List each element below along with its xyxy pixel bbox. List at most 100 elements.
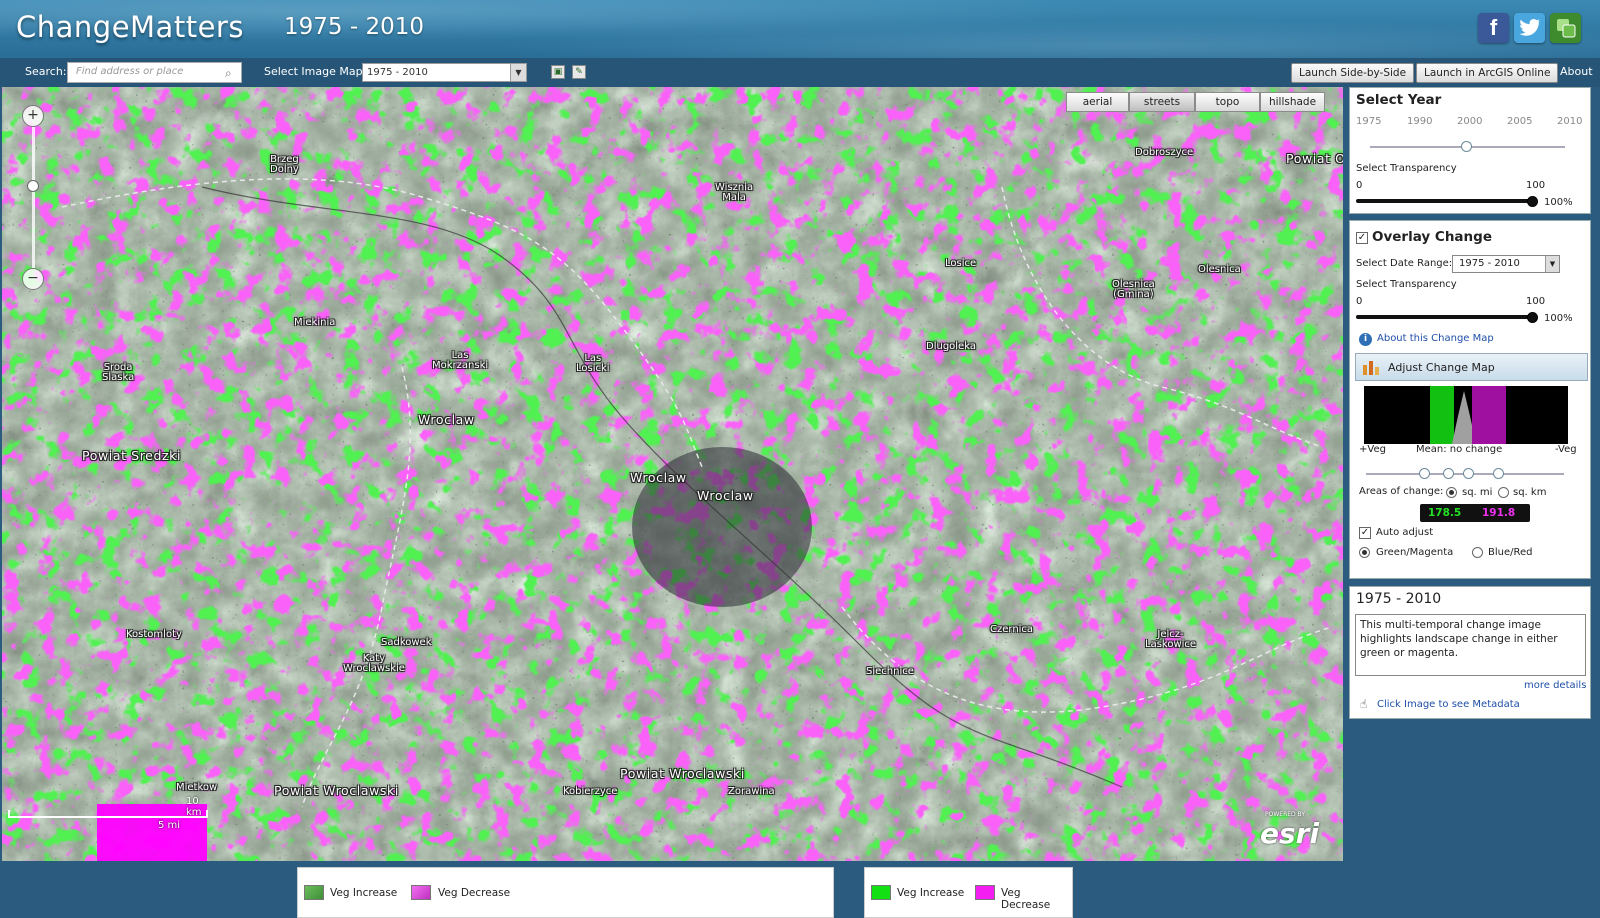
blue-red-label: Blue/Red [1488,547,1533,558]
place-label: Sadkowek [381,637,432,648]
search-label: Search: [25,65,67,78]
facebook-icon[interactable]: f [1478,13,1509,43]
veg-decrease-value: 191.8 [1482,507,1516,519]
year-transparency-value: 100% [1544,197,1573,208]
scale-line [8,810,208,818]
overlay-change-checkbox[interactable]: ✓ [1356,232,1368,244]
edit-icon[interactable]: ✎ [572,65,586,79]
zoom-in-button[interactable]: + [22,105,44,127]
zoom-track[interactable] [32,127,35,268]
threshold-thumb[interactable] [1493,468,1504,479]
unit-sq-mi-radio[interactable] [1446,487,1457,498]
metadata-hint[interactable]: Click Image to see Metadata [1377,699,1520,710]
basemap-streets-button[interactable]: streets [1129,92,1195,112]
share-icon[interactable] [1550,13,1581,43]
hist-left-label: +Veg [1359,444,1386,455]
overlay-transparency-label: Select Transparency [1356,279,1457,290]
scale-mi-label: 5 mi [158,820,181,831]
veg-decrease-label: Veg Decrease [1001,887,1051,911]
year-tick: 2000 [1457,116,1483,127]
image-map-label: Select Image Map: [264,65,367,78]
basemap-aerial-button[interactable]: aerial [1066,92,1129,112]
scale-bar: 10 km 5 mi [8,796,208,844]
legend-left: Veg Increase Veg Decrease [297,867,834,918]
year-transparency-thumb[interactable] [1527,196,1538,207]
veg-decrease-swatch [411,885,431,900]
launch-side-by-side-button[interactable]: Launch Side-by-Side [1291,63,1415,83]
adjust-change-map-header[interactable]: Adjust Change Map [1355,353,1588,381]
place-label: Wisznia Mala [715,182,754,203]
area-values-box: 178.5 191.8 [1420,504,1530,522]
info-description: This multi-temporal change image highlig… [1355,614,1586,676]
veg-increase-swatch [304,885,324,900]
place-label: Siechnice [866,666,914,677]
place-label: Wroclaw [418,412,475,427]
auto-adjust-checkbox[interactable]: ✓ [1359,527,1371,539]
date-range-select[interactable]: 1975 - 2010 ▼ [1452,255,1560,273]
launch-arcgis-button[interactable]: Launch in ArcGIS Online [1416,63,1559,83]
select-year-panel: Select Year 1975 1990 2000 2005 2010 Sel… [1349,87,1591,214]
esri-logo[interactable]: esri [1260,817,1319,850]
place-label: Katy Wroclawskie [343,653,405,674]
zoom-out-button[interactable]: − [22,268,44,290]
transparency-min: 0 [1356,296,1363,307]
place-label: Las Mokrzanski [432,350,489,371]
unit-sq-mi-label: sq. mi [1462,487,1493,498]
unit-sq-km-radio[interactable] [1498,487,1509,498]
place-label: Jelcz- Laskowice [1145,629,1197,650]
hist-right-label: -Veg [1555,444,1577,455]
year-transparency-label: Select Transparency [1356,163,1457,174]
date-range-label: Select Date Range: [1356,258,1453,269]
date-range-title: 1975 - 2010 [284,14,424,40]
transparency-max: 100 [1526,296,1546,307]
green-magenta-radio[interactable] [1359,547,1370,558]
place-label: Powiat O [1286,151,1343,166]
place-label: Zorawina [728,786,775,797]
zoom-thumb[interactable] [27,180,39,192]
place-label: Powiat Sredzki [82,448,182,463]
threshold-thumb[interactable] [1463,468,1474,479]
blue-red-radio[interactable] [1472,547,1483,558]
info-icon[interactable]: i [1359,333,1372,346]
threshold-thumb[interactable] [1443,468,1454,479]
change-map[interactable]: aerial streets topo hillshade + − Brzeg D… [2,87,1343,861]
year-tick: 1990 [1407,116,1433,127]
basemap-hillshade-button[interactable]: hillshade [1260,92,1325,112]
place-label: Olesnica (Gmina) [1112,279,1155,300]
bar-chart-icon [1363,361,1379,375]
change-histogram[interactable] [1364,386,1568,444]
place-label: Czernica [990,624,1034,635]
about-link[interactable]: About [1560,65,1593,78]
year-slider-thumb[interactable] [1461,141,1472,152]
place-label: Brzeg Dolny [270,154,299,175]
info-panel: 1975 - 2010 This multi-temporal change i… [1349,586,1591,719]
zoom-slider[interactable]: + − [22,105,44,290]
overlay-transparency-slider[interactable] [1356,315,1534,319]
place-label: Sroda Slaska [102,362,135,383]
place-label: Miekinia [294,317,336,328]
chevron-down-icon[interactable]: ▼ [510,64,526,81]
chevron-down-icon[interactable]: ▼ [1545,256,1559,272]
more-details-link[interactable]: more details [1524,680,1586,691]
overlay-transparency-thumb[interactable] [1527,312,1538,323]
image-map-select[interactable]: 1975 - 2010 ▼ [362,63,527,82]
place-label: Wroclaw [697,488,754,503]
place-label: Las Losicki [576,353,610,374]
place-label: Wroclaw [630,470,687,485]
veg-increase-label: Veg Increase [897,887,965,899]
image-map-value: 1975 - 2010 [367,67,428,78]
full-extent-icon[interactable]: ▣ [551,65,565,79]
legend-right: Veg Increase Veg Decrease [864,867,1073,918]
place-label: Dobroszyce [1135,147,1194,158]
place-label: Mietkow [176,782,218,793]
veg-increase-label: Veg Increase [330,887,398,899]
about-change-map-link[interactable]: About this Change Map [1377,333,1494,344]
year-transparency-slider[interactable] [1356,199,1534,203]
threshold-thumb[interactable] [1419,468,1430,479]
search-icon[interactable]: ⌕ [225,66,232,81]
adjust-change-map-label: Adjust Change Map [1388,361,1495,374]
twitter-icon[interactable] [1514,13,1545,43]
basemap-topo-button[interactable]: topo [1195,92,1260,112]
date-range-value: 1975 - 2010 [1459,258,1520,269]
search-input[interactable]: Find address or place [67,62,242,83]
